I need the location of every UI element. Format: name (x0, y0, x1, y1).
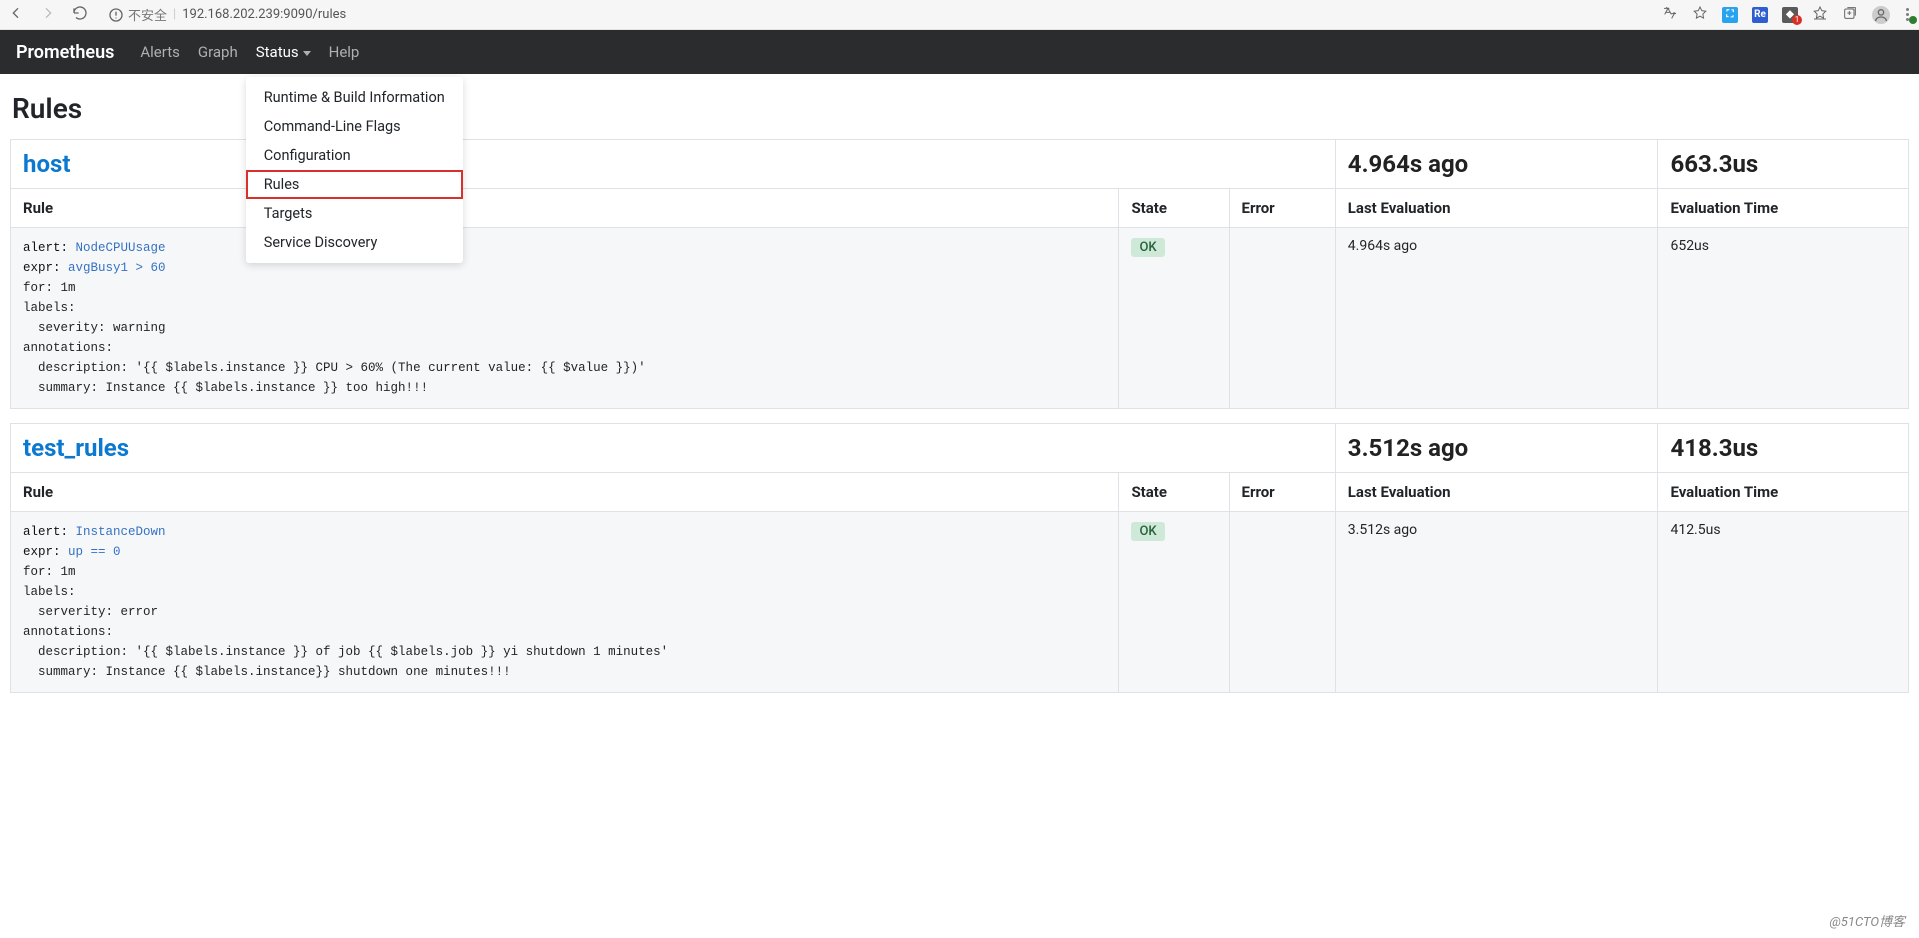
app-navbar: Prometheus Alerts Graph Status Runtime &… (0, 30, 1919, 74)
nav-help[interactable]: Help (329, 43, 360, 61)
forward-icon (40, 5, 56, 25)
reload-icon[interactable] (72, 5, 88, 25)
rule-row: alert: InstanceDown expr: up == 0 for: 1… (11, 512, 1909, 693)
rule-state: OK (1119, 512, 1229, 693)
rule-group-eval: 418.3us (1658, 424, 1909, 473)
watermark: @51CTO博客 (1829, 911, 1905, 930)
rule-group-table: test_rules 3.512s ago 418.3us Rule State… (10, 423, 1909, 693)
ext-crop-icon[interactable]: ⛶ (1722, 7, 1738, 23)
status-menu-rules[interactable]: Rules (246, 170, 463, 199)
rule-eval: 652us (1658, 228, 1909, 409)
col-last: Last Evaluation (1335, 473, 1658, 512)
back-icon[interactable] (8, 5, 24, 25)
col-error: Error (1229, 189, 1335, 228)
rule-last: 3.512s ago (1335, 512, 1658, 693)
rule-group-last: 3.512s ago (1335, 424, 1658, 473)
col-state: State (1119, 473, 1229, 512)
rule-group-eval: 663.3us (1658, 140, 1909, 189)
rule-group-name[interactable]: host (23, 150, 70, 178)
rule-group-name[interactable]: test_rules (23, 434, 129, 462)
collections-icon[interactable] (1842, 5, 1858, 25)
status-dropdown: Runtime & Build Information Command-Line… (246, 77, 463, 263)
rule-group-last: 4.964s ago (1335, 140, 1658, 189)
status-menu-targets[interactable]: Targets (246, 199, 463, 228)
ext-re-icon[interactable]: Re (1752, 7, 1768, 23)
ext-evernote-icon[interactable]: ◆1 (1782, 7, 1798, 23)
status-menu-flags[interactable]: Command-Line Flags (246, 112, 463, 141)
status-menu-service-discovery[interactable]: Service Discovery (246, 228, 463, 257)
translate-icon[interactable] (1662, 5, 1678, 25)
expr-link[interactable]: avgBusy1 > 60 (68, 261, 166, 275)
col-eval: Evaluation Time (1658, 189, 1909, 228)
url-bar[interactable]: 不安全 | 192.168.202.239:9090/rules (108, 5, 346, 24)
col-eval: Evaluation Time (1658, 473, 1909, 512)
nav-alerts[interactable]: Alerts (140, 43, 180, 61)
col-last: Last Evaluation (1335, 189, 1658, 228)
rule-error (1229, 512, 1335, 693)
brand-title[interactable]: Prometheus (16, 42, 114, 63)
expr-link[interactable]: up == 0 (68, 545, 121, 559)
profile-avatar-icon[interactable] (1872, 6, 1890, 24)
rule-definition: alert: NodeCPUUsage expr: avgBusy1 > 60 … (11, 228, 1119, 409)
status-menu-runtime[interactable]: Runtime & Build Information (246, 83, 463, 112)
state-badge: OK (1131, 522, 1164, 541)
star-icon[interactable] (1692, 5, 1708, 25)
url-text: 192.168.202.239:9090/rules (182, 7, 346, 22)
alert-name-link[interactable]: InstanceDown (76, 525, 166, 539)
rule-state: OK (1119, 228, 1229, 409)
rule-columns-row: Rule State Error Last Evaluation Evaluat… (11, 473, 1909, 512)
nav-status[interactable]: Status Runtime & Build Information Comma… (256, 43, 311, 61)
status-menu-configuration[interactable]: Configuration (246, 141, 463, 170)
rule-last: 4.964s ago (1335, 228, 1658, 409)
caret-down-icon (303, 51, 311, 56)
state-badge: OK (1131, 238, 1164, 257)
browser-chrome: 不安全 | 192.168.202.239:9090/rules ⛶ Re ◆1 (0, 0, 1919, 30)
col-rule: Rule (11, 189, 1119, 228)
nav-graph[interactable]: Graph (198, 43, 238, 61)
alert-name-link[interactable]: NodeCPUUsage (76, 241, 166, 255)
rule-group-header-row: test_rules 3.512s ago 418.3us (11, 424, 1909, 473)
nav-status-label: Status (256, 43, 299, 61)
col-error: Error (1229, 473, 1335, 512)
favorites-icon[interactable] (1812, 5, 1828, 25)
url-separator: | (173, 7, 176, 22)
more-icon[interactable] (1904, 8, 1911, 21)
browser-nav-icons (8, 5, 88, 25)
insecure-badge: 不安全 (108, 5, 167, 24)
insecure-label: 不安全 (128, 5, 167, 24)
rule-error (1229, 228, 1335, 409)
rule-definition: alert: InstanceDown expr: up == 0 for: 1… (11, 512, 1119, 693)
col-state: State (1119, 189, 1229, 228)
browser-right-icons: ⛶ Re ◆1 (1662, 5, 1911, 25)
rule-eval: 412.5us (1658, 512, 1909, 693)
col-rule: Rule (11, 473, 1119, 512)
